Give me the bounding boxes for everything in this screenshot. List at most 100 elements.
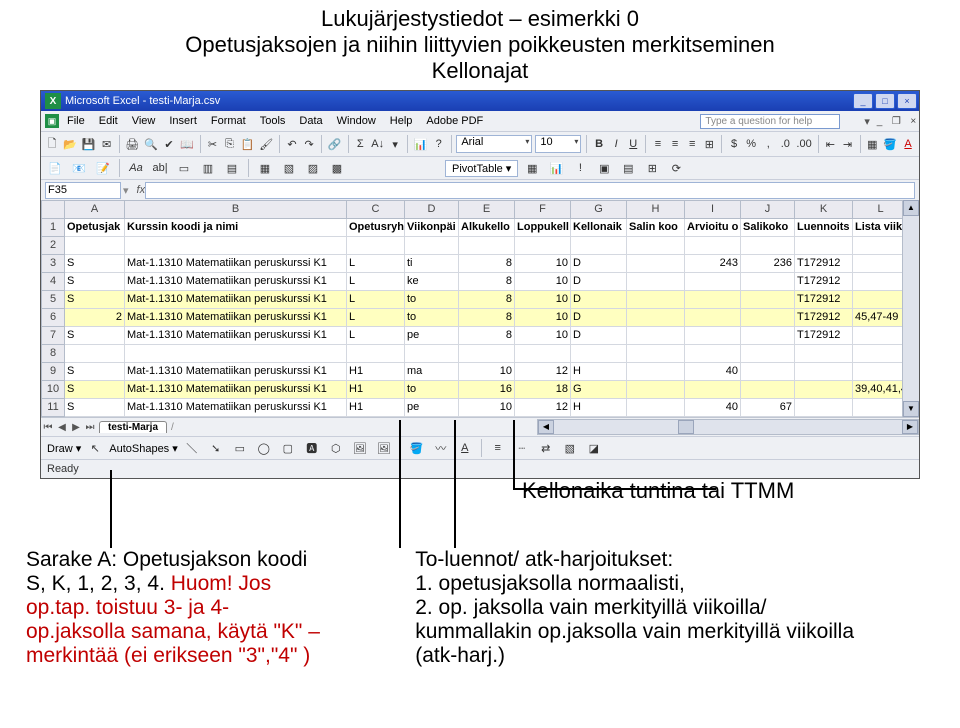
italic-icon[interactable]: I	[609, 134, 623, 154]
select-all[interactable]	[41, 200, 65, 219]
row-header[interactable]: 10	[41, 381, 65, 399]
cell[interactable]: D	[571, 291, 627, 309]
cell[interactable]	[685, 381, 741, 399]
cell[interactable]: H1	[347, 399, 405, 417]
open-icon[interactable]: 📂	[62, 134, 78, 154]
cell[interactable]: L	[347, 327, 405, 345]
cell[interactable]: 12	[515, 363, 571, 381]
cell[interactable]: L	[347, 255, 405, 273]
line-color-icon[interactable]: 〰	[431, 438, 451, 458]
cell[interactable]	[853, 399, 902, 417]
scroll-up-icon[interactable]: ▲	[903, 200, 919, 216]
cell[interactable]	[795, 399, 853, 417]
control-menu-icon[interactable]: ▣	[45, 114, 59, 128]
wordart-icon[interactable]: 🅰	[302, 438, 322, 458]
3d-icon[interactable]: ◪	[584, 438, 604, 458]
cell[interactable]: 10	[459, 399, 515, 417]
cell[interactable]	[741, 327, 795, 345]
cell[interactable]: S	[65, 291, 125, 309]
cell[interactable]: T172912	[795, 291, 853, 309]
save-icon[interactable]: 💾	[81, 134, 97, 154]
col-E[interactable]: E	[459, 200, 515, 219]
cell[interactable]	[741, 273, 795, 291]
font-color-icon[interactable]: A	[901, 134, 915, 154]
cell[interactable]: D	[571, 273, 627, 291]
cell[interactable]: H1	[347, 381, 405, 399]
cell[interactable]: S	[65, 273, 125, 291]
font-size-select[interactable]: 10	[535, 135, 581, 153]
link-icon[interactable]: 🔗	[327, 134, 343, 154]
row-header[interactable]: 2	[41, 237, 65, 255]
cell[interactable]: Mat-1.1310 Matematiikan peruskurssi K1	[125, 363, 347, 381]
cell[interactable]	[853, 273, 902, 291]
cell[interactable]	[685, 237, 741, 255]
pdf-mail-icon[interactable]: 📧	[69, 158, 89, 178]
cell[interactable]: 8	[459, 327, 515, 345]
cell[interactable]: 40	[685, 399, 741, 417]
col-J[interactable]: J	[741, 200, 795, 219]
cell[interactable]: D	[571, 327, 627, 345]
rect-icon[interactable]: ▭	[230, 438, 250, 458]
row-header[interactable]: 8	[41, 345, 65, 363]
autoshapes-menu[interactable]: AutoShapes ▾	[109, 442, 178, 455]
select-objects-icon[interactable]: ↖	[85, 438, 105, 458]
cell[interactable]: 10	[515, 327, 571, 345]
next-sheet-icon[interactable]: ▶	[69, 422, 83, 433]
inc-indent-icon[interactable]: ⇥	[840, 134, 854, 154]
cell[interactable]	[459, 345, 515, 363]
line-style-icon[interactable]: ≡	[488, 438, 508, 458]
fill-color-icon[interactable]: 🪣	[882, 134, 898, 154]
cell[interactable]	[741, 291, 795, 309]
clipart-icon[interactable]: 🖼	[350, 438, 370, 458]
cell[interactable]	[685, 309, 741, 327]
bold-icon[interactable]: B	[592, 134, 606, 154]
menu-edit[interactable]: Edit	[93, 113, 124, 129]
cell[interactable]	[627, 237, 685, 255]
ab-icon[interactable]: ab|	[150, 158, 170, 178]
cell[interactable]: T172912	[795, 255, 853, 273]
cell[interactable]: Salin koo	[627, 219, 685, 237]
picture-icon[interactable]: 🖼	[374, 438, 394, 458]
cell[interactable]: Loppukell	[515, 219, 571, 237]
row-header[interactable]: 6	[41, 309, 65, 327]
col-D[interactable]: D	[405, 200, 459, 219]
cell[interactable]: Arvioitu o	[685, 219, 741, 237]
cell[interactable]: D	[571, 309, 627, 327]
sort-desc-icon[interactable]: ▾	[388, 134, 402, 154]
cell[interactable]: H1	[347, 363, 405, 381]
cell[interactable]: ma	[405, 363, 459, 381]
comma-icon[interactable]: ,	[761, 134, 775, 154]
cell[interactable]	[65, 345, 125, 363]
tool-6[interactable]: ▨	[303, 158, 323, 178]
fill-icon[interactable]: 🪣	[407, 438, 427, 458]
cell[interactable]: Luennoits	[795, 219, 853, 237]
cell[interactable]: 10	[515, 309, 571, 327]
align-center-icon[interactable]: ≡	[668, 134, 682, 154]
cell[interactable]: Salikoko	[741, 219, 795, 237]
draw-menu[interactable]: Draw ▾	[47, 442, 81, 455]
cell[interactable]: Viikonpäi	[405, 219, 459, 237]
row-header[interactable]: 5	[41, 291, 65, 309]
cell[interactable]: pe	[405, 399, 459, 417]
sheet-tab[interactable]: testi-Marja	[99, 421, 167, 433]
cell[interactable]	[405, 237, 459, 255]
cell[interactable]: Mat-1.1310 Matematiikan peruskurssi K1	[125, 381, 347, 399]
copy-icon[interactable]: ⎘	[223, 134, 237, 154]
workbook-restore[interactable]: ❐	[889, 116, 904, 127]
borders-icon[interactable]: ▦	[865, 134, 879, 154]
textbox-icon[interactable]: ▢	[278, 438, 298, 458]
cell[interactable]: 10	[515, 273, 571, 291]
cell[interactable]: T172912	[795, 309, 853, 327]
redo-icon[interactable]: ↷	[302, 134, 316, 154]
cell[interactable]: Mat-1.1310 Matematiikan peruskurssi K1	[125, 291, 347, 309]
cell[interactable]	[741, 381, 795, 399]
row-header[interactable]: 4	[41, 273, 65, 291]
col-K[interactable]: K	[795, 200, 853, 219]
tool-2[interactable]: ▥	[198, 158, 218, 178]
col-C[interactable]: C	[347, 200, 405, 219]
cell[interactable]: ti	[405, 255, 459, 273]
cell[interactable]	[627, 381, 685, 399]
cell[interactable]: S	[65, 255, 125, 273]
col-F[interactable]: F	[515, 200, 571, 219]
diagram-icon[interactable]: ⬡	[326, 438, 346, 458]
